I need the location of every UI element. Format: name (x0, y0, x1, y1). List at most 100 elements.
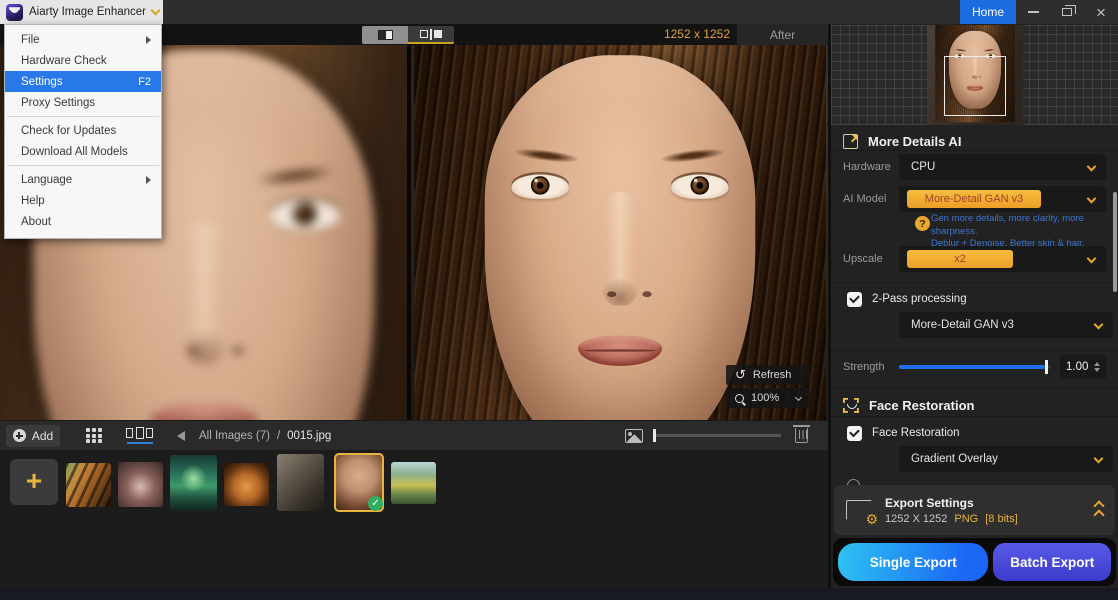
portrait-nose (174, 222, 232, 364)
delete-button[interactable] (795, 428, 808, 443)
portrait-brow-right (982, 48, 995, 52)
face-mode-select[interactable]: Gradient Overlay (899, 446, 1113, 472)
grid-view-button[interactable] (86, 428, 102, 443)
chevron-down-icon (1087, 194, 1097, 204)
menu-item-help[interactable]: Help (5, 190, 161, 211)
menu-item-file[interactable]: File (5, 29, 161, 50)
refresh-button[interactable]: Refresh (726, 365, 810, 385)
bottom-toolbar: Add All Images (7) / 0015.jpg (0, 420, 828, 450)
image-resolution: 1252 x 1252 (664, 24, 730, 45)
hardware-select[interactable]: CPU (899, 154, 1106, 180)
app-menu-button[interactable]: Aiarty Image Enhancer (0, 0, 163, 24)
after-image (439, 45, 800, 420)
help-icon[interactable] (915, 216, 930, 231)
thumbnail-add-new[interactable] (10, 459, 58, 505)
split-view-icon (420, 29, 442, 40)
zoom-level-dropdown[interactable]: 100% (726, 388, 810, 408)
after-tab[interactable]: After (737, 24, 828, 45)
thumbnail-burger[interactable] (224, 463, 269, 506)
after-pane[interactable]: Refresh 100% (411, 45, 828, 420)
strength-value-input[interactable]: 1.00 (1060, 355, 1106, 379)
ai-model-select[interactable]: More-Detail GAN v3 (899, 186, 1106, 212)
face-restoration-checkbox[interactable] (847, 426, 862, 441)
batch-export-button[interactable]: Batch Export (993, 543, 1111, 581)
collection-label[interactable]: All Images (7) (199, 430, 270, 442)
two-pass-model-select[interactable]: More-Detail GAN v3 (899, 312, 1113, 338)
portrait-brow-right (254, 164, 337, 188)
thumbnail-terrarium[interactable] (170, 455, 217, 511)
thumbnail-size-slider[interactable] (653, 434, 781, 437)
face-mode-wrap: Gradient Overlay (899, 446, 1113, 472)
two-pass-row: 2-Pass processing (831, 289, 1118, 309)
portrait-nose (597, 192, 643, 305)
strength-slider-fill (899, 365, 1045, 369)
portrait-face (484, 55, 754, 420)
breadcrumb: All Images (7) / 0015.jpg (199, 430, 331, 442)
filmstrip-view-button[interactable] (126, 427, 153, 444)
more-details-icon (843, 134, 858, 149)
export-buttons: Single Export Batch Export (833, 538, 1116, 586)
upscale-row: Upscale x2 (831, 246, 1118, 272)
strength-slider-handle[interactable] (1045, 360, 1049, 374)
add-image-button[interactable]: Add (6, 425, 60, 447)
back-arrow-button[interactable] (177, 431, 185, 441)
spinner-arrows[interactable] (1094, 362, 1100, 372)
strength-slider[interactable] (899, 365, 1050, 369)
active-view-underline (127, 442, 153, 444)
export-settings-icon (846, 500, 872, 520)
export-settings-panel[interactable]: Export Settings 1252 X 1252 PNG [8 bits] (834, 485, 1115, 535)
two-pass-checkbox[interactable] (847, 292, 862, 307)
app-title: Aiarty Image Enhancer (29, 6, 146, 18)
slider-handle[interactable] (653, 429, 656, 442)
portrait-lips (151, 403, 257, 420)
minimize-button[interactable] (1016, 0, 1050, 24)
zoom-level-value: 100% (751, 392, 779, 404)
split-view-toggle[interactable] (408, 26, 454, 44)
panel-scrollbar[interactable] (1113, 192, 1117, 292)
face-restoration-icon (843, 398, 859, 413)
collapse-chevrons-icon[interactable] (1095, 502, 1103, 519)
menu-item-about[interactable]: About (5, 211, 161, 232)
title-bar: Aiarty Image Enhancer Home (0, 0, 1118, 24)
portrait-brow-left (514, 146, 580, 165)
single-view-toggle[interactable] (362, 26, 408, 44)
pane-divider (407, 45, 411, 420)
home-button[interactable]: Home (960, 0, 1016, 24)
thumbnail-landscape[interactable] (391, 462, 436, 504)
upscale-select[interactable]: x2 (899, 246, 1106, 272)
face-selection-box[interactable] (944, 56, 1006, 116)
export-title: Export Settings (885, 496, 1018, 510)
thumbnail-robot-dog[interactable] (277, 454, 324, 511)
menu-item-settings[interactable]: SettingsF2 (5, 71, 161, 92)
ai-model-description: Gen more details, more clarity, more sha… (931, 213, 1113, 251)
thumbnail-butterfly[interactable] (118, 462, 163, 507)
chevron-down-icon (1087, 162, 1097, 172)
current-filename: 0015.jpg (287, 430, 331, 442)
upscale-badge: x2 (907, 250, 1013, 268)
menu-item-language[interactable]: Language (5, 169, 161, 190)
app-logo-icon (6, 4, 23, 21)
close-button[interactable] (1084, 0, 1118, 24)
hardware-value: CPU (911, 161, 935, 173)
ai-model-row: AI Model More-Detail GAN v3 (831, 186, 1118, 212)
settings-panel: More Details AI Hardware CPU AI Model Mo… (828, 24, 1118, 588)
portrait-brow-right (660, 146, 726, 165)
two-pass-model-wrap: More-Detail GAN v3 (899, 312, 1113, 338)
menu-item-check-for-updates[interactable]: Check for Updates (5, 120, 161, 141)
ai-model-badge: More-Detail GAN v3 (907, 190, 1041, 208)
menu-separator (7, 165, 159, 166)
maximize-button[interactable] (1050, 0, 1084, 24)
thumbnail-tiger[interactable] (66, 463, 111, 507)
single-export-button[interactable]: Single Export (838, 543, 988, 581)
menu-item-proxy-settings[interactable]: Proxy Settings (5, 92, 161, 113)
menu-item-hardware-check[interactable]: Hardware Check (5, 50, 161, 71)
menu-item-download-all-models[interactable]: Download All Models (5, 141, 161, 162)
navigator-preview[interactable] (831, 25, 1118, 125)
hardware-row: Hardware CPU (831, 154, 1118, 180)
selected-check-icon (368, 496, 383, 511)
portrait-eye-left (511, 174, 568, 198)
refresh-icon (735, 368, 746, 383)
thumbnail-portrait-girl-selected[interactable] (334, 453, 384, 512)
submenu-arrow-icon (146, 36, 151, 44)
portrait-lips (578, 335, 662, 365)
